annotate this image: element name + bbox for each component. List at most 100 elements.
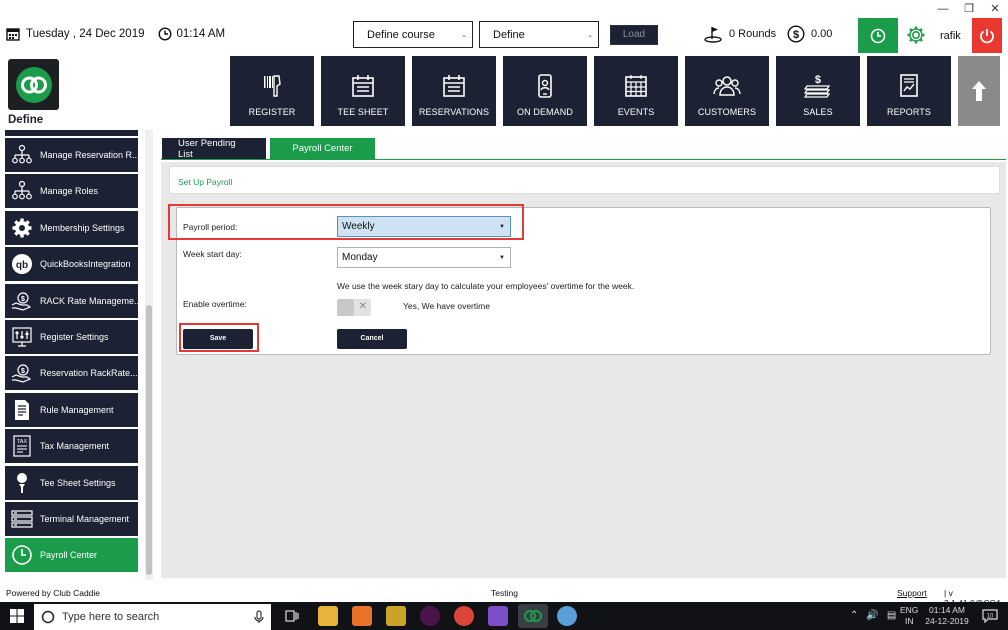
current-date: Tuesday , 24 Dec 2019: [26, 28, 145, 40]
hand-money-icon: $: [11, 292, 32, 311]
main-nav: REGISTER TEE SHEET RESERVATIONS ON DEMAN…: [230, 56, 951, 126]
search-icon: [41, 610, 55, 624]
nav-tee-sheet[interactable]: TEE SHEET: [321, 56, 405, 126]
clock-icon: [870, 28, 886, 43]
minimize-icon[interactable]: —: [936, 2, 950, 16]
nav-sales[interactable]: $ SALES: [776, 56, 860, 126]
report-icon: [900, 74, 918, 97]
sidebar-item-rack-rate[interactable]: $ RACK Rate Manageme...: [5, 284, 138, 318]
sidebar-item-partial: [5, 130, 138, 136]
define-select[interactable]: Define ⌄: [479, 21, 599, 48]
nav-events[interactable]: EVENTS: [594, 56, 678, 126]
nav-register[interactable]: REGISTER: [230, 56, 314, 126]
close-icon[interactable]: ✕: [988, 2, 1002, 16]
toggle-knob: [337, 299, 354, 316]
chrome-icon[interactable]: [454, 606, 474, 626]
terminal-icon: [11, 510, 33, 528]
microphone-icon[interactable]: [254, 610, 264, 624]
sidebar-item-payroll-center[interactable]: Payroll Center: [5, 538, 138, 572]
load-button[interactable]: Load: [610, 25, 658, 45]
overtime-hint: We use the week stary day to calculate y…: [337, 281, 635, 291]
current-time: 01:14 AM: [176, 28, 226, 40]
dollar-icon: $: [787, 25, 805, 43]
phone-icon: [538, 74, 552, 98]
nav-reservations[interactable]: RESERVATIONS: [412, 56, 496, 126]
tab-underline: [161, 159, 1006, 160]
volume-icon[interactable]: 🔊: [866, 610, 878, 621]
notification-icon[interactable]: 10: [982, 609, 998, 628]
overtime-toggle[interactable]: ✕: [337, 299, 371, 316]
cancel-button[interactable]: Cancel: [337, 329, 407, 349]
hand-money-icon: $: [11, 364, 32, 383]
slack-icon[interactable]: [420, 606, 440, 626]
sidebar-item-tax-management[interactable]: TAX Tax Management: [5, 429, 138, 463]
rounds-counter: 0 Rounds: [703, 25, 776, 43]
app-logo[interactable]: [8, 59, 59, 110]
arrow-up-icon: [972, 81, 986, 101]
environment-label: Testing: [491, 588, 518, 598]
visual-studio-icon[interactable]: [488, 606, 508, 626]
org-chart-icon: [12, 180, 32, 200]
highlight-save-button: [179, 323, 259, 352]
calendar-icon: [6, 28, 20, 41]
amount-display: $ 0.00: [787, 25, 832, 43]
powered-by: Powered by Club Caddie: [6, 588, 101, 598]
nav-reports[interactable]: REPORTS: [867, 56, 951, 126]
course-select[interactable]: Define course ⌄: [353, 21, 473, 48]
clock-in-button[interactable]: [858, 18, 898, 53]
golf-icon: [704, 27, 722, 43]
sidebar-item-terminal-management[interactable]: Terminal Management: [5, 502, 138, 536]
tax-doc-icon: TAX: [13, 435, 31, 457]
sidebar-item-rule-management[interactable]: Rule Management: [5, 393, 138, 427]
golf-tee-icon: [17, 473, 27, 493]
restore-icon[interactable]: ❐: [962, 2, 976, 16]
sidebar-item-tee-sheet-settings[interactable]: Tee Sheet Settings: [5, 466, 138, 500]
sidebar-item-membership-settings[interactable]: Membership Settings: [5, 211, 138, 245]
taskbar: Type here to search ⌃ 🔊 ▤ ENG IN 01:14 A…: [0, 602, 1008, 630]
nav-on-demand[interactable]: ON DEMAND: [503, 56, 587, 126]
support-link[interactable]: Support: [897, 588, 927, 598]
taskbar-search-input[interactable]: Type here to search: [34, 604, 271, 630]
sidebar-item-register-settings[interactable]: Register Settings: [5, 320, 138, 354]
sidebar-item-manage-reservation[interactable]: Manage Reservation R...: [5, 138, 138, 172]
sidebar-scroll-thumb[interactable]: [146, 305, 152, 575]
task-view-icon[interactable]: [285, 609, 299, 623]
file-explorer-icon[interactable]: [318, 606, 338, 626]
sidebar-item-reservation-rackrate[interactable]: $ Reservation RackRate...: [5, 356, 138, 390]
svg-text:$: $: [793, 29, 799, 41]
app-icon[interactable]: [386, 606, 406, 626]
quickbooks-icon: qb: [12, 254, 32, 274]
money-stack-icon: $: [804, 74, 831, 98]
paint-icon[interactable]: [557, 606, 577, 626]
sublime-icon[interactable]: [352, 606, 372, 626]
scroll-up-button[interactable]: [958, 56, 1000, 126]
system-tray: ⌃ 🔊 ▤: [850, 610, 896, 621]
windows-start-icon[interactable]: [10, 609, 24, 623]
chevron-up-icon[interactable]: ⌃: [850, 610, 858, 621]
power-button[interactable]: [972, 18, 1002, 53]
nav-customers[interactable]: CUSTOMERS: [685, 56, 769, 126]
calendar-icon: [443, 75, 465, 97]
svg-text:TAX: TAX: [17, 439, 28, 445]
taskbar-clock[interactable]: 01:14 AM 24-12-2019: [925, 605, 969, 627]
footer: Powered by Club Caddie Testing Support |…: [0, 582, 1008, 608]
language-indicator[interactable]: ENG IN: [900, 605, 918, 627]
tab-user-pending-list[interactable]: User Pending List: [162, 138, 266, 160]
svg-text:$: $: [21, 296, 25, 303]
svg-text:10: 10: [987, 614, 994, 620]
network-icon[interactable]: ▤: [887, 610, 896, 621]
tab-bar: User Pending List Payroll Center: [162, 138, 375, 160]
settings-gear-icon[interactable]: [906, 25, 926, 50]
org-chart-icon: [12, 144, 32, 164]
tab-payroll-center[interactable]: Payroll Center: [270, 138, 375, 159]
gear-icon: [12, 218, 32, 238]
svg-text:qb: qb: [16, 260, 28, 271]
sidebar-item-manage-roles[interactable]: Manage Roles: [5, 174, 138, 208]
window-controls: — ❐ ✕: [936, 2, 1002, 16]
close-icon: ✕: [358, 301, 367, 312]
sidebar-item-quickbooks[interactable]: qb QuickBooksIntegration: [5, 247, 138, 281]
club-caddie-taskbar-icon[interactable]: [518, 604, 548, 628]
week-start-select[interactable]: Monday ▼: [337, 247, 511, 268]
username[interactable]: rafik: [940, 30, 961, 42]
chevron-down-icon: ⌄: [461, 32, 467, 39]
